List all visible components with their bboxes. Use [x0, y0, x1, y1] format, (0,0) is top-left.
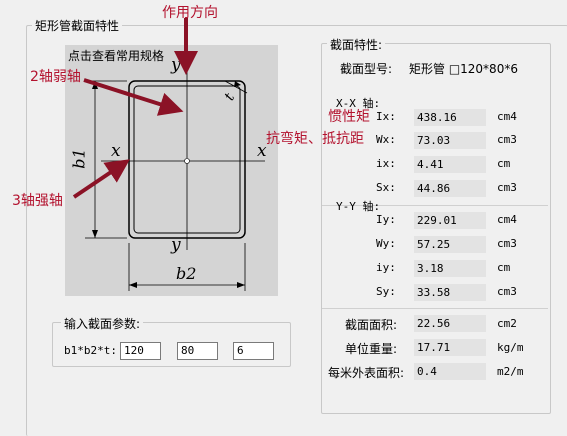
input-params-label: b1*b2*t: [64, 344, 117, 357]
yy-value: 57.25 [414, 236, 486, 253]
surface-unit: m2/m [497, 365, 524, 378]
yy-label: Sy: [376, 285, 396, 298]
weight-label: 单位重量: [345, 342, 398, 356]
xx-value: 73.03 [414, 132, 486, 149]
axis-label-x-left: x [111, 141, 121, 161]
yy-axis-title: Y-Y 轴: [336, 200, 381, 213]
xx-value: 44.86 [414, 180, 486, 197]
xx-label: Sx: [376, 181, 396, 194]
yy-unit: cm [497, 261, 511, 274]
properties-title: 截面特性: [327, 36, 386, 53]
yy-label: iy: [376, 261, 396, 274]
annotation-direction: 作用方向 [162, 5, 218, 21]
divider [322, 308, 548, 309]
xx-label: Ix: [376, 110, 396, 123]
xx-label: Wx: [376, 133, 396, 146]
section-type-label: 截面型号: [340, 62, 393, 76]
dim-label-b1: b1 [69, 148, 89, 169]
yy-label: Iy: [376, 213, 396, 226]
weight-unit: kg/m [497, 341, 524, 354]
yy-value: 33.58 [414, 284, 486, 301]
t-input[interactable]: 6 [233, 342, 274, 360]
b2-input[interactable]: 80 [177, 342, 218, 360]
xx-unit: cm4 [497, 110, 517, 123]
b1-input[interactable]: 120 [120, 342, 161, 360]
weight-value: 17.71 [414, 339, 486, 356]
area-value: 22.56 [414, 315, 486, 332]
yy-value: 3.18 [414, 260, 486, 277]
axis-label-y-top: y [171, 55, 181, 75]
xx-label: ix: [376, 157, 396, 170]
yy-label: Wy: [376, 237, 396, 250]
yy-unit: cm3 [497, 285, 517, 298]
spec-link[interactable]: 点击查看常用规格 [68, 47, 164, 64]
section-diagram[interactable]: 点击查看常用规格 y y x x b1 b2 t [65, 45, 278, 296]
yy-unit: cm4 [497, 213, 517, 226]
xx-value: 4.41 [414, 156, 486, 173]
surface-label: 每米外表面积: [328, 366, 405, 380]
section-properties-group-title: 矩形管截面特性 [32, 17, 123, 34]
area-label: 截面面积: [345, 318, 398, 332]
xx-unit: cm3 [497, 181, 517, 194]
input-params-title: 输入截面参数: [61, 315, 144, 332]
yy-value: 229.01 [414, 212, 486, 229]
axis-label-y-bottom: y [171, 235, 181, 255]
dim-label-b2: b2 [176, 264, 197, 283]
xx-unit: cm [497, 157, 511, 170]
section-type-value: 矩形管 □120*80*6 [409, 62, 518, 76]
xx-unit: cm3 [497, 133, 517, 146]
annotation-weak-axis: 2轴弱轴 [30, 69, 81, 85]
xx-axis-title: X-X 轴: [336, 97, 381, 110]
area-unit: cm2 [497, 317, 517, 330]
rect-tube-drawing [85, 69, 265, 291]
xx-value: 438.16 [414, 109, 486, 126]
yy-unit: cm3 [497, 237, 517, 250]
annotation-strong-axis: 3轴强轴 [12, 193, 63, 209]
surface-value: 0.4 [414, 363, 486, 380]
